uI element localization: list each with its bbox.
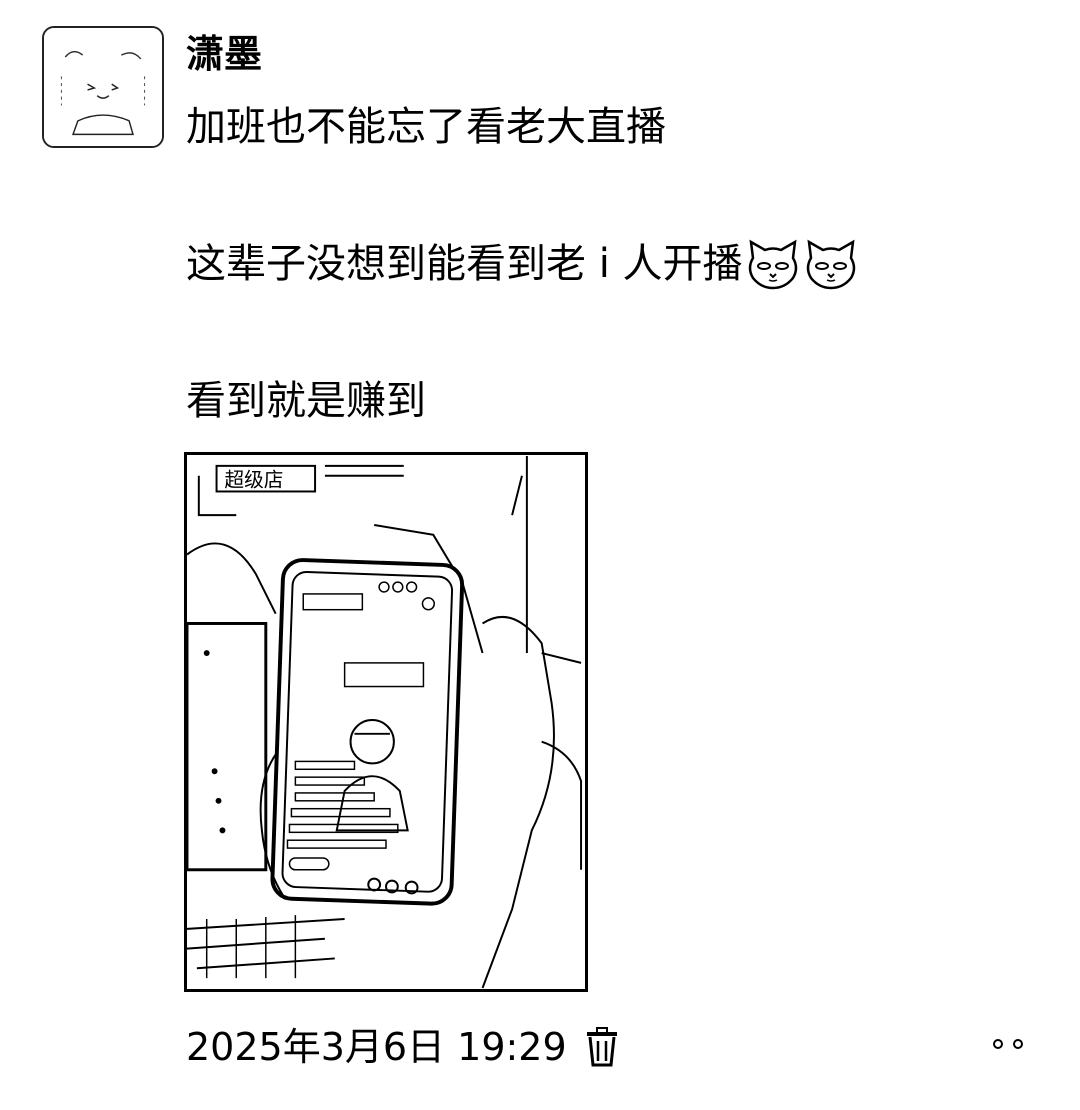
post-photo[interactable]: 超级店 <box>184 452 588 992</box>
phone-livestream-photo: 超级店 <box>187 456 585 989</box>
cat-face-emoji-icon <box>803 236 859 292</box>
post-body: 加班也不能忘了看老大直播 这辈子没想到能看到老 i 人开播 看到就是赚到 <box>186 100 1046 428</box>
post-timestamp: 2025年3月6日 19:29 <box>186 1025 567 1069</box>
photo-sign-text: 超级店 <box>224 469 283 492</box>
cat-face-emoji-icon <box>745 236 801 292</box>
more-button[interactable] <box>978 1026 1038 1062</box>
more-dots-icon <box>993 1039 1003 1049</box>
post-footer: 2025年3月6日 19:29 <box>186 1020 619 1074</box>
post-line-text: 这辈子没想到能看到老 i 人开播 <box>186 241 743 287</box>
more-dots-icon <box>1013 1039 1023 1049</box>
avatar-image <box>44 28 162 146</box>
trash-icon[interactable] <box>585 1027 619 1067</box>
post-line: 这辈子没想到能看到老 i 人开播 <box>186 236 1046 292</box>
avatar[interactable] <box>42 26 164 148</box>
author-name[interactable]: 潇墨 <box>186 30 262 78</box>
post-line: 看到就是赚到 <box>186 378 426 424</box>
post-line: 加班也不能忘了看老大直播 <box>186 104 666 150</box>
